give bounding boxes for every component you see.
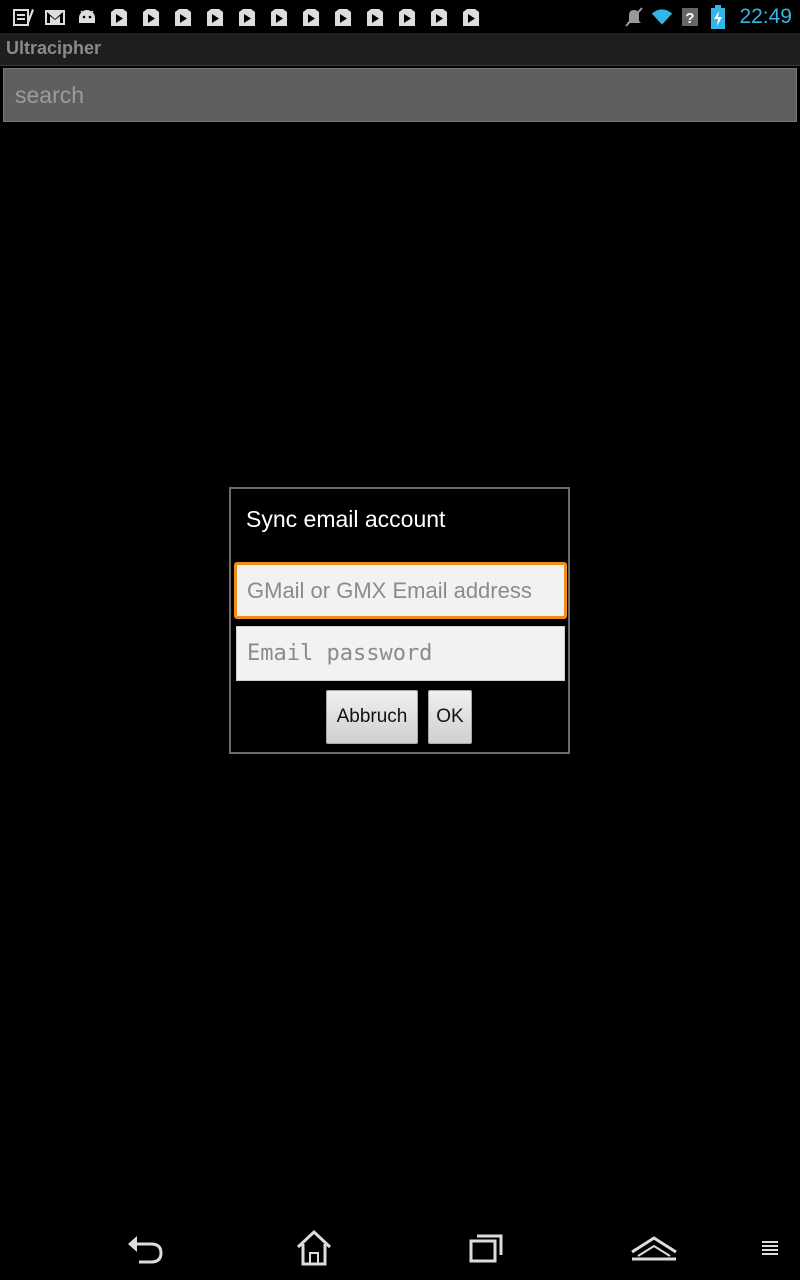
up-button[interactable] <box>629 1226 679 1270</box>
ok-button[interactable]: OK <box>428 690 472 744</box>
svg-text:?: ? <box>686 10 695 27</box>
play-store-icon <box>396 6 418 28</box>
muted-icon <box>623 6 645 28</box>
app-title: Ultracipher <box>6 38 102 58</box>
dialog-title: Sync email account <box>246 506 446 532</box>
status-bar: ? 22:49 <box>0 0 800 33</box>
play-store-icon <box>140 6 162 28</box>
play-store-icon <box>172 6 194 28</box>
email-address-field[interactable] <box>234 562 567 619</box>
android-icon <box>76 6 98 28</box>
back-icon <box>128 1236 163 1264</box>
status-clock: 22:49 <box>739 4 792 28</box>
notes-icon <box>12 6 34 28</box>
home-button[interactable] <box>289 1226 339 1270</box>
gmail-icon <box>44 6 66 28</box>
cancel-button[interactable]: Abbruch <box>326 690 418 744</box>
home-icon <box>296 1229 332 1266</box>
email-password-field[interactable] <box>236 626 565 681</box>
menu-icon <box>762 1241 778 1255</box>
play-store-icon <box>428 6 450 28</box>
play-store-icon <box>332 6 354 28</box>
back-button[interactable] <box>120 1226 170 1270</box>
battery-charging-icon <box>707 4 729 29</box>
play-store-icon <box>108 6 130 28</box>
play-store-icon <box>268 6 290 28</box>
play-store-icon <box>300 6 322 28</box>
recent-apps-icon <box>469 1234 503 1263</box>
notification-icons <box>0 6 492 28</box>
recent-apps-button[interactable] <box>461 1226 511 1270</box>
play-store-icon <box>364 6 386 28</box>
play-store-icon <box>236 6 258 28</box>
navigation-bar <box>0 1216 800 1280</box>
sync-email-dialog: Sync email account Abbruch OK <box>229 487 570 754</box>
app-title-bar: Ultracipher <box>0 33 800 66</box>
wifi-icon <box>651 6 673 28</box>
play-store-icon <box>204 6 226 28</box>
up-icon <box>631 1236 677 1261</box>
search-input[interactable] <box>3 68 797 122</box>
menu-button[interactable] <box>752 1226 788 1270</box>
signal-unknown-icon: ? <box>679 6 701 28</box>
play-store-icon <box>460 6 482 28</box>
system-status-icons: ? 22:49 <box>623 0 792 33</box>
